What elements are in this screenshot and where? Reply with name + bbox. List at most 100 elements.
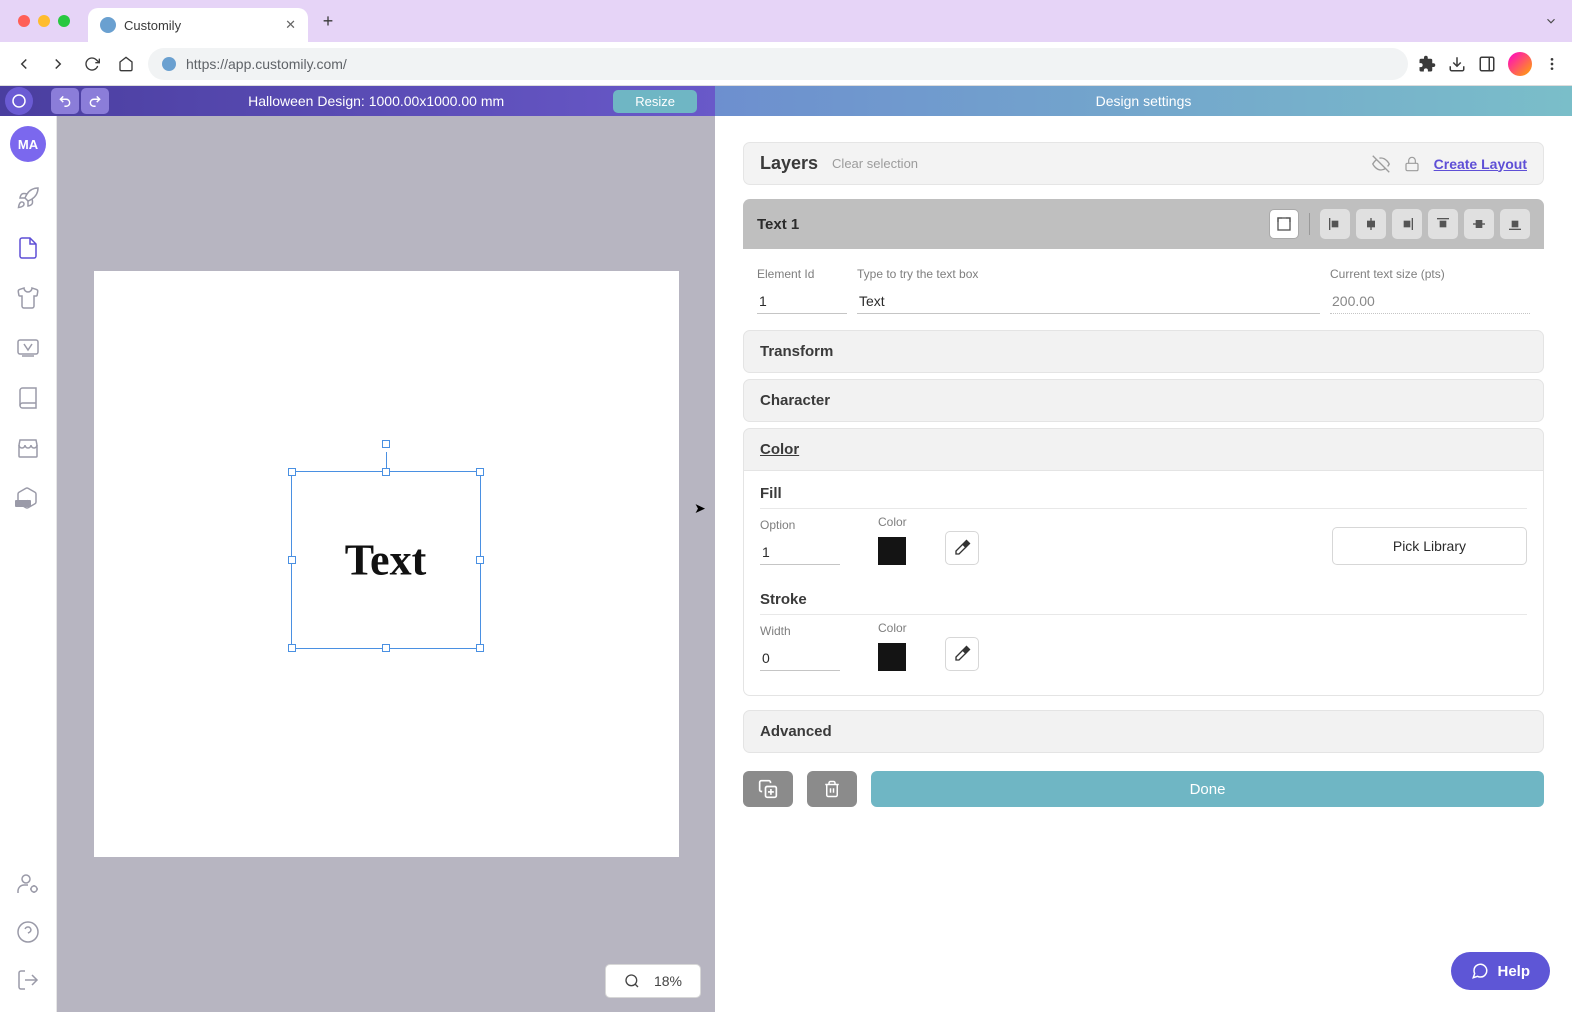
lock-icon[interactable] (1404, 156, 1420, 172)
fill-title: Fill (760, 485, 1527, 509)
layer-name: Text 1 (757, 216, 799, 233)
element-id-input[interactable] (757, 289, 847, 314)
app-logo[interactable] (5, 87, 33, 115)
canvas[interactable]: Text (94, 271, 679, 857)
url-input[interactable]: https://app.customily.com/ (148, 48, 1408, 80)
zoom-control[interactable]: 18% (605, 964, 701, 998)
app-header: Halloween Design: 1000.00x1000.00 mm Res… (0, 86, 1572, 116)
help-label: Help (1497, 963, 1530, 980)
settings-panel: Layers Clear selection Create Layout Tex… (715, 116, 1572, 1012)
advanced-section[interactable]: Advanced (743, 710, 1544, 753)
undo-button[interactable] (51, 88, 79, 114)
clear-selection-button[interactable]: Clear selection (832, 156, 918, 171)
home-button[interactable] (114, 52, 138, 76)
align-center-h-icon[interactable] (1356, 209, 1386, 239)
browser-tab[interactable]: Customily ✕ (88, 8, 308, 42)
book-icon[interactable] (14, 384, 42, 412)
canvas-text[interactable]: Text (345, 535, 427, 586)
user-settings-icon[interactable] (14, 870, 42, 898)
align-bottom-icon[interactable] (1500, 209, 1530, 239)
box-beta-icon[interactable]: BETA (14, 484, 42, 512)
browser-tab-bar: Customily ✕ + (0, 0, 1572, 42)
delete-button[interactable] (807, 771, 857, 807)
selected-layer[interactable]: Text 1 (743, 199, 1544, 249)
pick-library-button[interactable]: Pick Library (1332, 527, 1527, 565)
element-id-label: Element Id (757, 267, 847, 281)
new-tab-button[interactable]: + (314, 7, 342, 35)
fit-icon[interactable] (1269, 209, 1299, 239)
align-left-icon[interactable] (1320, 209, 1350, 239)
fill-eyedropper-icon[interactable] (945, 531, 979, 565)
stroke-title: Stroke (760, 591, 1527, 615)
layers-title: Layers (760, 153, 818, 174)
type-label: Type to try the text box (857, 267, 1320, 281)
extensions-icon[interactable] (1418, 55, 1436, 73)
canvas-area[interactable]: Text ➤ 18% (57, 116, 715, 1012)
stroke-width-label: Width (760, 624, 840, 638)
back-button[interactable] (12, 52, 36, 76)
stroke-eyedropper-icon[interactable] (945, 637, 979, 671)
layers-header: Layers Clear selection Create Layout (743, 142, 1544, 185)
size-label: Current text size (pts) (1330, 267, 1530, 281)
stroke-color-swatch[interactable] (878, 643, 906, 671)
action-row: Done (743, 771, 1544, 807)
character-section[interactable]: Character (743, 379, 1544, 422)
rocket-icon[interactable] (14, 184, 42, 212)
reload-button[interactable] (80, 52, 104, 76)
cursor-icon: ➤ (694, 500, 706, 517)
store-icon[interactable] (14, 434, 42, 462)
visibility-icon[interactable] (1372, 155, 1390, 173)
panel-title: Design settings (715, 86, 1572, 116)
duplicate-button[interactable] (743, 771, 793, 807)
align-right-icon[interactable] (1392, 209, 1422, 239)
file-icon[interactable] (14, 234, 42, 262)
shirt-icon[interactable] (14, 284, 42, 312)
favicon (100, 17, 116, 33)
forward-button[interactable] (46, 52, 70, 76)
design-name: Halloween Design: 1000.00x1000.00 mm (139, 93, 613, 109)
downloads-icon[interactable] (1448, 55, 1466, 73)
close-window[interactable] (18, 15, 30, 27)
close-tab-icon[interactable]: ✕ (285, 17, 296, 33)
address-bar: https://app.customily.com/ (0, 42, 1572, 86)
site-info-icon[interactable] (162, 57, 176, 71)
create-layout-link[interactable]: Create Layout (1434, 156, 1527, 172)
help-button[interactable]: Help (1451, 952, 1550, 990)
maximize-window[interactable] (58, 15, 70, 27)
fill-color-label: Color (878, 515, 907, 529)
size-input[interactable] (1330, 289, 1530, 314)
logout-icon[interactable] (14, 966, 42, 994)
panel-icon[interactable] (1478, 55, 1496, 73)
transform-section[interactable]: Transform (743, 330, 1544, 373)
tab-dropdown-icon[interactable] (1544, 14, 1558, 28)
align-top-icon[interactable] (1428, 209, 1458, 239)
menu-icon[interactable] (1544, 56, 1560, 72)
fill-option-input[interactable] (760, 540, 840, 565)
resize-button[interactable]: Resize (613, 90, 697, 113)
search-icon (624, 973, 640, 989)
color-section[interactable]: Color (743, 428, 1544, 471)
chat-icon (1471, 962, 1489, 980)
selection-box[interactable]: Text (291, 471, 481, 649)
stroke-width-input[interactable] (760, 646, 840, 671)
user-avatar[interactable]: MA (10, 126, 46, 162)
zoom-value: 18% (654, 973, 682, 989)
tab-title: Customily (124, 18, 181, 33)
profile-avatar[interactable] (1508, 52, 1532, 76)
redo-button[interactable] (81, 88, 109, 114)
align-center-v-icon[interactable] (1464, 209, 1494, 239)
url-text: https://app.customily.com/ (186, 56, 347, 72)
element-fields: Element Id Type to try the text box Curr… (743, 249, 1544, 330)
window-controls (18, 15, 70, 27)
svg-text:BETA: BETA (16, 502, 30, 508)
color-body: Fill Option Color Pick Library Stroke Wi… (743, 471, 1544, 696)
design-tool-icon[interactable] (14, 334, 42, 362)
fill-color-swatch[interactable] (878, 537, 906, 565)
stroke-color-label: Color (878, 621, 907, 635)
type-input[interactable] (857, 289, 1320, 314)
done-button[interactable]: Done (871, 771, 1544, 807)
help-circle-icon[interactable] (14, 918, 42, 946)
sidebar: MA BETA (0, 116, 57, 1012)
fill-option-label: Option (760, 518, 840, 532)
minimize-window[interactable] (38, 15, 50, 27)
